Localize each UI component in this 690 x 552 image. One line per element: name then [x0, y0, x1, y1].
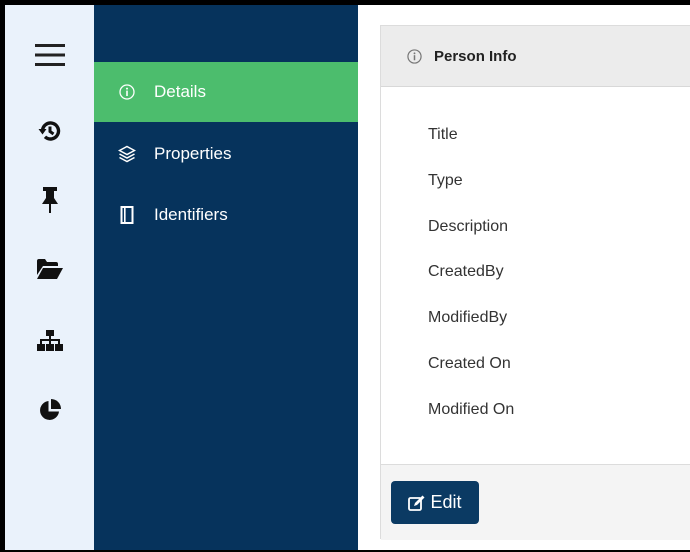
edit-button-label: Edit	[430, 492, 462, 512]
app-frame: Details Properties Identifiers Person In…	[5, 5, 690, 550]
field-label-modified-on: Modified On	[428, 401, 515, 418]
card-title: Person Info	[434, 47, 517, 65]
nav-item-properties[interactable]: Properties	[94, 124, 358, 184]
field-label-description: Description	[428, 218, 509, 235]
card-header: Person Info	[381, 26, 690, 87]
field-label-type: Type	[428, 172, 463, 189]
id-book-icon	[116, 206, 138, 224]
sitemap-icon	[36, 330, 63, 351]
field-label-title: Title	[428, 126, 458, 143]
main-content: Person Info Title Type Description Creat…	[358, 5, 690, 550]
edit-button[interactable]: Edit	[391, 481, 479, 524]
pin-button[interactable]	[5, 180, 94, 220]
folder-button[interactable]	[5, 249, 94, 289]
nav-item-label: Identifiers	[154, 205, 228, 224]
folder-open-icon	[36, 259, 63, 279]
history-button[interactable]	[5, 111, 94, 151]
sitemap-button[interactable]	[5, 321, 94, 361]
menu-button[interactable]	[5, 35, 94, 75]
field-label-modified-by: ModifiedBy	[428, 309, 508, 326]
pin-icon	[41, 187, 58, 213]
nav-item-details[interactable]: Details	[94, 62, 358, 122]
nav-item-label: Properties	[154, 144, 232, 163]
field-label-created-by: CreatedBy	[428, 263, 504, 280]
pie-chart-icon	[39, 399, 61, 420]
info-circle-icon	[407, 48, 422, 64]
analytics-button[interactable]	[5, 390, 94, 430]
edit-icon	[408, 495, 425, 511]
field-label-created-on: Created On	[428, 355, 511, 372]
section-nav: Details Properties Identifiers	[94, 5, 358, 550]
nav-item-label: Details	[154, 82, 206, 101]
person-info-card: Person Info Title Type Description Creat…	[380, 25, 690, 540]
hamburger-menu-icon	[34, 44, 65, 66]
history-icon	[38, 121, 60, 141]
layers-icon	[116, 145, 138, 163]
nav-item-identifiers[interactable]: Identifiers	[94, 185, 358, 245]
info-circle-icon	[116, 84, 138, 100]
card-footer: Edit	[381, 464, 690, 540]
icon-rail	[5, 5, 94, 550]
